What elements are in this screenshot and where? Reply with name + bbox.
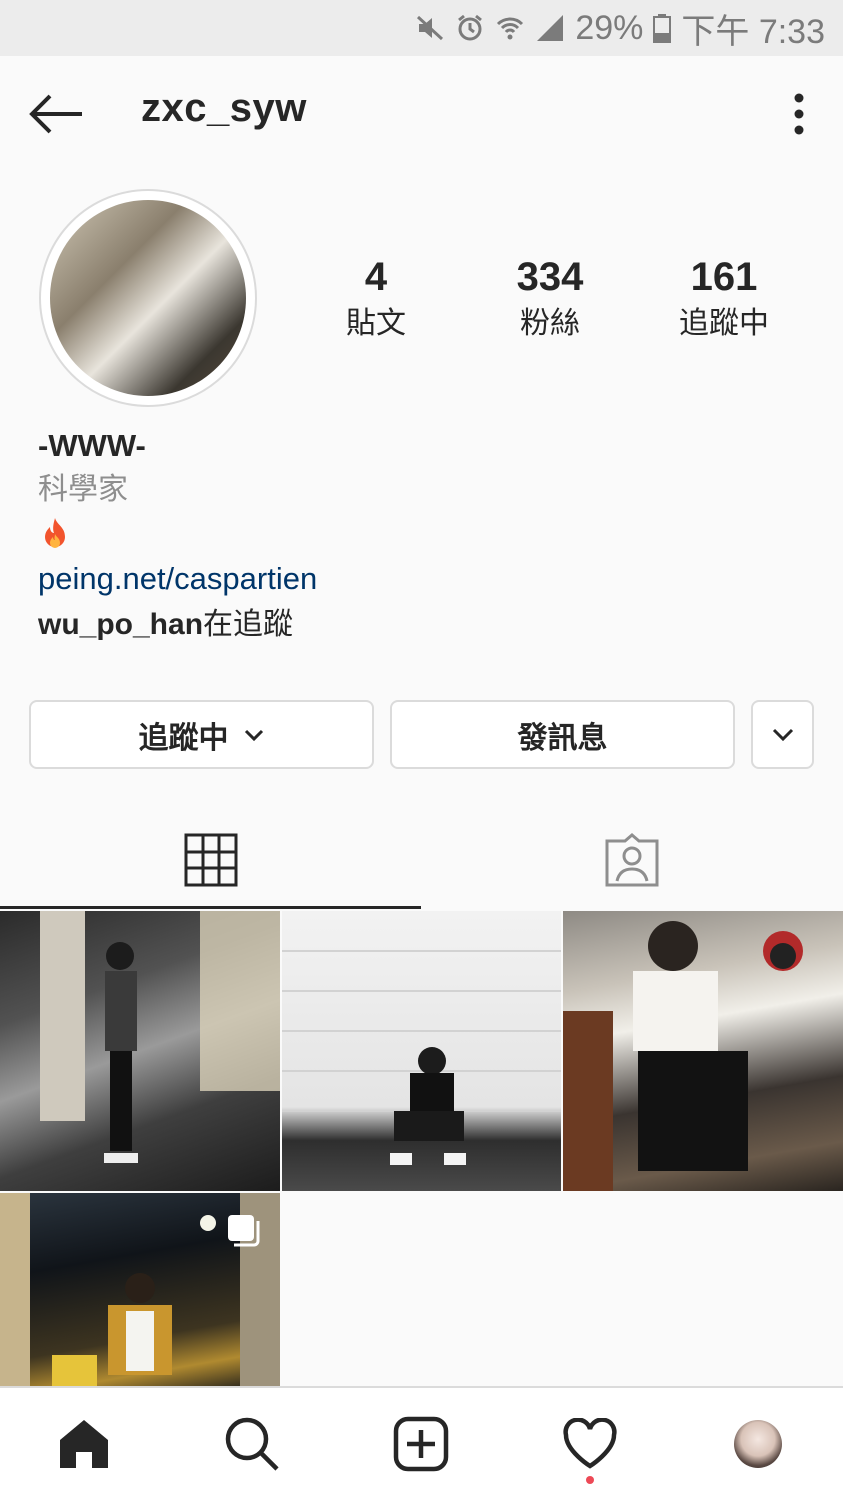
active-tab-indicator: [0, 906, 421, 909]
page-title: zxc_syw: [141, 86, 307, 130]
post-image: [563, 921, 803, 1191]
nav-home[interactable]: [52, 1412, 116, 1476]
profile-avatar-small: [734, 1420, 782, 1468]
stat-posts-label: 貼文: [346, 307, 406, 340]
grid-icon: [184, 833, 237, 887]
search-icon: [225, 1417, 279, 1471]
chevron-down-icon: [772, 728, 793, 741]
more-vertical-icon: [794, 93, 804, 135]
nav-activity[interactable]: [558, 1412, 622, 1476]
home-icon: [60, 1420, 108, 1468]
profile-bio: -WWW- 科學家 peing.net/caspartien wu_po_han…: [38, 424, 818, 648]
bottom-navigation: [0, 1386, 843, 1499]
followed-by-text[interactable]: wu_po_han在追蹤: [38, 602, 818, 648]
tagged-person-icon: [605, 833, 659, 887]
following-button[interactable]: 追蹤中: [29, 700, 374, 769]
post-thumbnail-4[interactable]: [0, 1193, 280, 1386]
post-thumbnail-3[interactable]: [563, 911, 843, 1191]
multiple-photos-icon: [228, 1215, 260, 1247]
stat-posts[interactable]: 4 貼文: [291, 252, 461, 346]
stat-following[interactable]: 161 追蹤中: [639, 252, 809, 346]
stat-followers-value: 334: [516, 255, 584, 299]
profile-header: zxc_syw: [0, 56, 843, 172]
profile-avatar-ring[interactable]: [39, 189, 257, 407]
profile-avatar: [50, 200, 246, 396]
mute-icon: [415, 13, 445, 43]
nav-profile[interactable]: [726, 1412, 790, 1476]
followed-by-suffix: 在追蹤: [203, 608, 294, 641]
profile-category: 科學家: [38, 473, 128, 506]
post-image: [40, 911, 280, 1163]
message-button[interactable]: 發訊息: [390, 700, 735, 769]
back-button[interactable]: [26, 90, 86, 138]
stat-followers-label: 粉絲: [520, 307, 580, 340]
stat-posts-value: 4: [364, 255, 388, 299]
post-thumbnail-1[interactable]: [0, 911, 280, 1191]
nav-new-post[interactable]: [389, 1412, 453, 1476]
add-post-icon: [393, 1416, 449, 1472]
wifi-icon: [495, 13, 525, 43]
status-bar: 29% 下午 7:33: [0, 0, 843, 56]
nav-search[interactable]: [220, 1412, 284, 1476]
post-image: [282, 950, 561, 1165]
heart-icon: [563, 1418, 617, 1469]
alarm-icon: [455, 13, 485, 43]
more-options-button[interactable]: [784, 92, 814, 136]
fire-icon: [38, 512, 818, 556]
bio-link[interactable]: peing.net/caspartien: [38, 556, 818, 602]
post-thumbnail-2[interactable]: [282, 911, 561, 1191]
battery-icon: [653, 13, 672, 43]
status-time: 下午 7:33: [681, 12, 825, 51]
battery-percent: 29%: [575, 8, 644, 47]
stat-following-value: 161: [690, 255, 758, 299]
display-name: -WWW-: [38, 428, 146, 463]
followed-by-user: wu_po_han: [38, 608, 204, 641]
message-button-label: 發訊息: [517, 721, 608, 755]
suggested-accounts-button[interactable]: [751, 700, 814, 769]
signal-icon: [535, 13, 565, 43]
stat-following-label: 追蹤中: [679, 307, 769, 340]
tab-grid[interactable]: [0, 810, 421, 910]
notification-dot: [586, 1476, 594, 1484]
following-button-label: 追蹤中: [138, 721, 229, 755]
chevron-down-icon: [244, 729, 263, 741]
back-arrow-icon: [29, 94, 82, 134]
stat-followers[interactable]: 334 粉絲: [465, 252, 635, 346]
tab-tagged[interactable]: [421, 810, 843, 910]
